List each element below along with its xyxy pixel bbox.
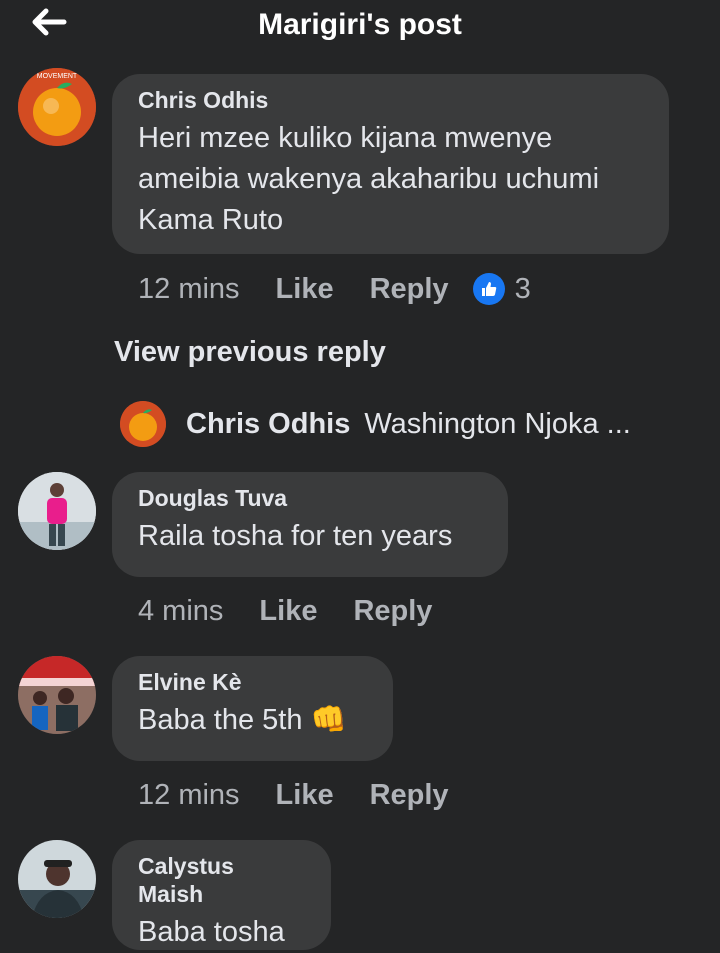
person-avatar-image (18, 472, 96, 550)
person-avatar-image (18, 840, 96, 918)
avatar (120, 401, 166, 447)
comment-time[interactable]: 12 mins (138, 273, 240, 306)
comment-text: Baba tosha (138, 916, 285, 948)
avatar[interactable] (18, 656, 96, 734)
comment-bubble: Douglas Tuva Raila tosha for ten years (112, 472, 508, 577)
comment-text: Raila tosha for ten years (138, 520, 453, 552)
comment-actions: 12 mins Like Reply 3 (138, 269, 531, 309)
like-button[interactable]: Like (276, 273, 334, 306)
comment-bubble: Elvine Kè Baba the 5th 👊 (112, 656, 393, 761)
comment-text: Heri mzee kuliko kijana mwenye ameibia w… (138, 122, 600, 236)
view-previous-reply-link[interactable]: View previous reply (114, 336, 386, 369)
comment-author[interactable]: Elvine Kè (138, 668, 367, 696)
thumbs-up-icon[interactable] (472, 273, 505, 305)
comment-bubble: Chris Odhis Heri mzee kuliko kijana mwen… (112, 74, 669, 254)
reply-preview[interactable]: Chris Odhis Washington Njoka ... (120, 399, 631, 449)
comment-author[interactable]: Calystus Maish (138, 852, 305, 908)
comment-actions: 12 mins Like Reply (138, 775, 485, 815)
page-title: Marigiri's post (258, 8, 462, 41)
reply-snippet: Washington Njoka ... (364, 407, 631, 440)
comment-time[interactable]: 4 mins (138, 595, 223, 628)
reaction-count[interactable]: 3 (515, 273, 531, 306)
avatar[interactable]: MOVEMENT (18, 68, 96, 146)
reply-button[interactable]: Reply (370, 779, 449, 812)
like-button[interactable]: Like (276, 779, 334, 812)
reply-button[interactable]: Reply (353, 595, 432, 628)
header-bar: Marigiri's post (0, 0, 720, 56)
svg-text:MOVEMENT: MOVEMENT (37, 73, 78, 80)
comment-author[interactable]: Douglas Tuva (138, 484, 482, 512)
reply-author[interactable]: Chris Odhis (186, 408, 350, 441)
avatar[interactable] (18, 840, 96, 918)
orange-avatar-image: MOVEMENT (18, 68, 96, 146)
comment-actions: 4 mins Like Reply (138, 591, 468, 631)
comment-time[interactable]: 12 mins (138, 779, 240, 812)
reply-button[interactable]: Reply (370, 273, 449, 306)
orange-avatar-image (120, 401, 166, 447)
avatar[interactable] (18, 472, 96, 550)
like-button[interactable]: Like (259, 595, 317, 628)
person-avatar-image (18, 656, 96, 734)
comment-bubble: Calystus Maish Baba tosha (112, 840, 331, 950)
comment-author[interactable]: Chris Odhis (138, 86, 643, 114)
comment-text: Baba the 5th 👊 (138, 704, 347, 736)
